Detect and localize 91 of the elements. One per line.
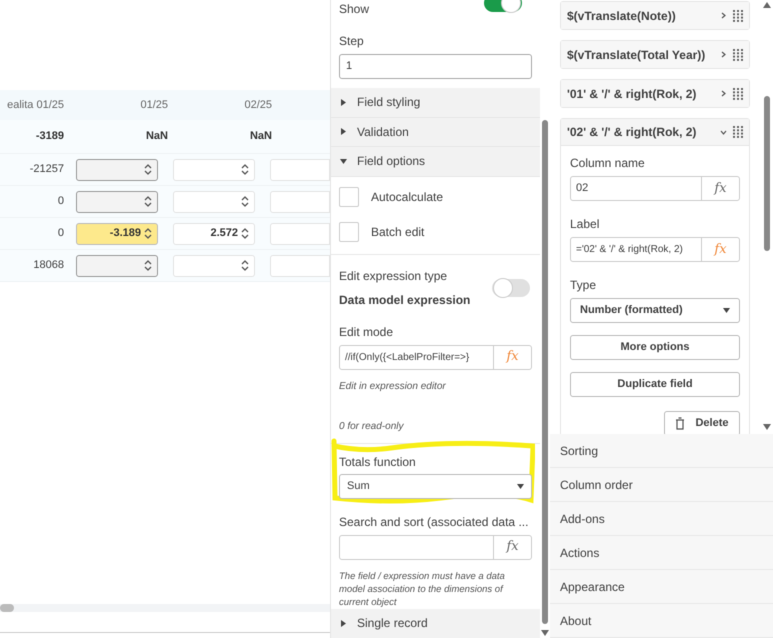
number-field[interactable] [76, 158, 158, 180]
menu-item[interactable]: Appearance [550, 570, 773, 604]
drag-handle-icon[interactable] [733, 88, 743, 100]
column-header-bar[interactable]: $(vTranslate(Note)) [561, 2, 749, 29]
total-cell-text: -3189 [34, 129, 64, 144]
column-header-bar[interactable]: '02' & '/' & right(Rok, 2) [561, 119, 749, 146]
field-label: Search and sort (associated data ... [339, 514, 530, 531]
stepper-icon[interactable] [241, 164, 249, 175]
column-header: 01/25 [139, 98, 168, 113]
table-cell-text: 18068 [32, 258, 64, 274]
caret-icon [517, 482, 524, 490]
section-header[interactable]: Field options [331, 147, 540, 177]
stepper-icon[interactable] [144, 196, 152, 207]
help-text: The field / expression must have a data model association to the dimensions of current object [339, 570, 506, 609]
action-button[interactable]: Duplicate field [570, 372, 740, 397]
checkbox[interactable] [339, 222, 359, 242]
column-header: 02/25 [243, 98, 272, 113]
input-field[interactable]: fx [339, 534, 532, 560]
toggle-switch[interactable] [492, 278, 530, 297]
column-header: ealita 01/25 [6, 98, 64, 113]
select-field[interactable]: Sum [339, 474, 532, 499]
stepper-icon[interactable] [144, 164, 152, 175]
select-field[interactable]: Number (formatted) [570, 298, 740, 323]
field-label: Step [339, 33, 365, 50]
section-header[interactable]: Single record [331, 608, 540, 638]
scrollbar-thumb[interactable] [764, 96, 770, 251]
drag-handle-icon[interactable] [733, 10, 743, 22]
trash-icon [675, 417, 686, 430]
chevron-right-icon [720, 90, 727, 97]
input-field[interactable]: 1 [339, 54, 532, 79]
field-label: Edit expression type [339, 268, 448, 285]
caret-icon [340, 158, 347, 165]
scrollbar-thumb[interactable] [542, 120, 548, 624]
field-value: ='02' & '/' & right(Rok, 2) [576, 244, 683, 255]
stepper-icon[interactable] [241, 196, 249, 207]
field-label: Totals function [339, 454, 417, 471]
column-header-bar[interactable]: '01' & '/' & right(Rok, 2) [561, 80, 749, 107]
table-cell-text: 0 [56, 194, 64, 210]
menu-item[interactable]: About [550, 604, 773, 638]
field-label: Type [570, 277, 598, 294]
hint-text: 0 for read-only [339, 420, 404, 432]
field-label: Data model expression [339, 292, 470, 309]
total-cell-text: NaN [248, 129, 272, 144]
hint-text: Edit in expression editor [339, 380, 446, 392]
checkbox[interactable] [339, 186, 359, 207]
stepper-icon[interactable] [144, 260, 152, 271]
input-field[interactable]: ='02' & '/' & right(Rok, 2) fx [570, 237, 740, 262]
scroll-down-icon[interactable] [541, 630, 550, 636]
caret-icon [340, 98, 347, 106]
delete-button[interactable]: Delete [664, 411, 740, 434]
stepper-icon[interactable] [241, 228, 249, 239]
checkbox-label: Autocalculate [371, 188, 444, 206]
scroll-up-icon[interactable] [762, 2, 770, 8]
menu-item[interactable]: Add-ons [550, 502, 773, 536]
menu-item[interactable]: Sorting [550, 434, 773, 468]
scroll-down-icon[interactable] [762, 424, 770, 430]
section-header[interactable]: Validation [331, 118, 540, 148]
number-field[interactable]: -3.189 [76, 222, 158, 244]
chevron-down-icon [720, 128, 727, 136]
section-header[interactable]: Field styling [331, 88, 540, 118]
number-field[interactable]: 2.572 [173, 222, 255, 244]
expression-button[interactable]: fx [701, 177, 739, 200]
table-cell-text: -21257 [28, 162, 64, 178]
expression-button[interactable]: fx [493, 536, 532, 559]
number-field[interactable] [76, 190, 158, 212]
scrollbar-thumb[interactable] [0, 604, 14, 612]
caret-icon [340, 620, 347, 627]
action-button[interactable]: More options [570, 335, 740, 360]
chevron-right-icon [720, 51, 727, 58]
column-header-bar[interactable]: $(vTranslate(Total Year)) [561, 41, 749, 68]
drag-handle-icon[interactable] [733, 126, 743, 138]
chevron-right-icon [720, 12, 727, 19]
field-label: Show [339, 1, 370, 18]
table-cell-text: 0 [56, 226, 64, 242]
field-label: Column name [570, 155, 646, 172]
caret-icon [723, 307, 730, 314]
number-field[interactable] [76, 254, 158, 276]
total-cell-text: NaN [144, 129, 168, 144]
field-value: 02 [576, 182, 588, 194]
drag-handle-icon[interactable] [733, 48, 743, 60]
caret-icon [340, 128, 347, 136]
input-field[interactable]: //if(Only({<LabelProFilter=>} fx [339, 344, 532, 370]
field-label: Label [570, 216, 600, 233]
input-field[interactable]: 02 fx [570, 176, 740, 201]
stepper-icon[interactable] [144, 228, 152, 239]
field-label: Edit mode [339, 324, 394, 341]
stepper-icon[interactable] [241, 260, 249, 271]
menu-item[interactable]: Actions [550, 536, 773, 570]
checkbox-label: Batch edit [371, 224, 424, 241]
field-value: //if(Only({<LabelProFilter=>} [345, 352, 470, 363]
menu-item[interactable]: Column order [550, 468, 773, 502]
